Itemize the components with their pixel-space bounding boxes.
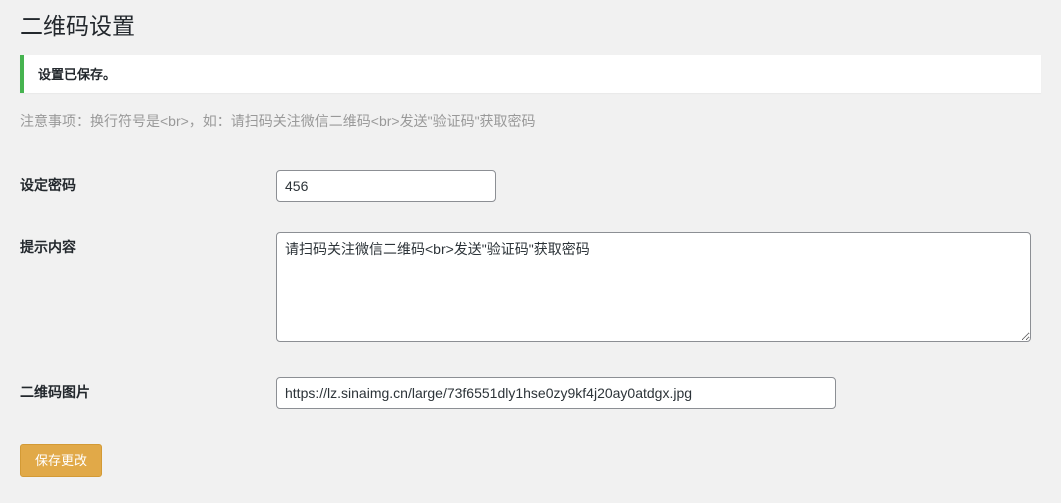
settings-form-table: 设定密码 提示内容 二维码图片: [20, 155, 1041, 424]
notice-success: 设置已保存。: [20, 55, 1041, 93]
password-input[interactable]: [276, 170, 496, 202]
tip-textarea[interactable]: [276, 232, 1031, 342]
helper-text: 注意事项：换行符号是<br>，如：请扫码关注微信二维码<br>发送"验证码"获取…: [20, 111, 1041, 131]
qr-input[interactable]: [276, 377, 836, 409]
tip-label: 提示内容: [20, 217, 266, 362]
password-label: 设定密码: [20, 155, 266, 217]
save-button[interactable]: 保存更改: [20, 444, 102, 478]
notice-message: 设置已保存。: [36, 62, 1029, 85]
page-title: 二维码设置: [20, 0, 1041, 50]
qr-label: 二维码图片: [20, 362, 266, 424]
